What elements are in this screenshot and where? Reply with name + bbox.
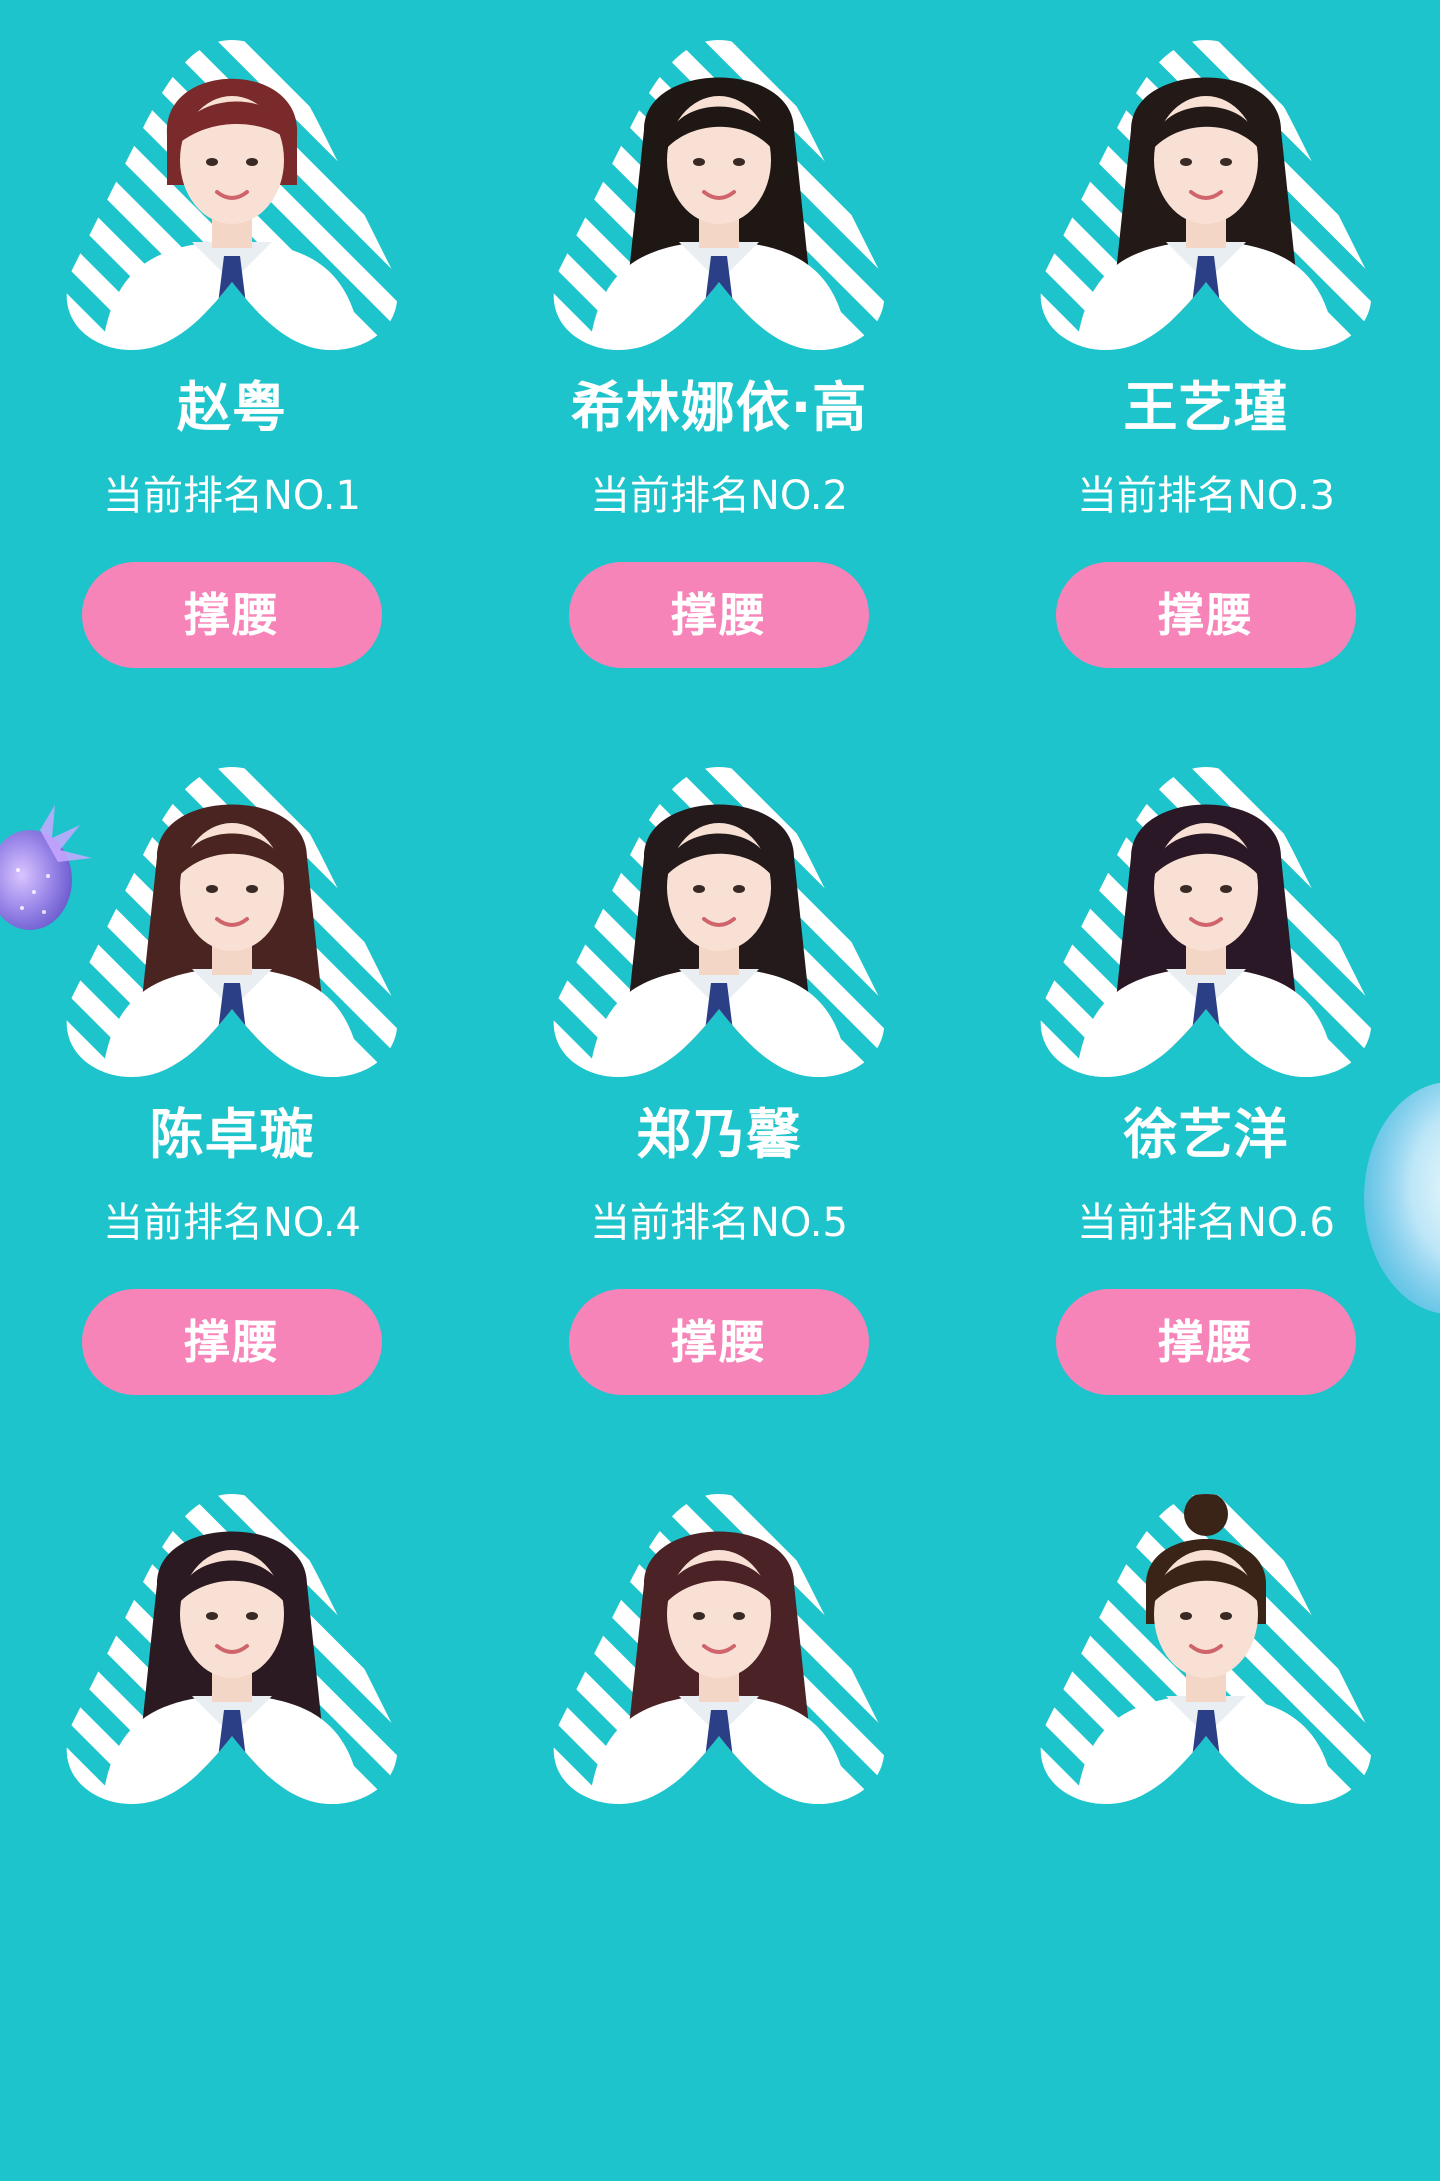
contestant-rank: 当前排名NO.1 [103,473,361,519]
support-button[interactable]: 撑腰 [82,562,382,668]
contestant-photo [62,20,402,350]
contestant-name: 赵粤 [177,376,287,439]
contestant-grid: 赵粤当前排名NO.1 撑腰 希林娜依·高当前排名NO.2 撑腰 王艺瑾当前排名NO.3 撑… [0,0,1440,1819]
support-button[interactable]: 撑腰 [1056,562,1356,668]
support-button[interactable]: 撑腰 [82,1289,382,1395]
contestant-photo [1036,747,1376,1077]
contestant-photo [549,747,889,1077]
support-button[interactable]: 撑腰 [569,1289,869,1395]
contestant-card [487,1454,974,2181]
contestant-name: 希林娜依·高 [570,376,868,439]
contestant-photo [62,747,402,1077]
bubble-decoration [1364,1082,1440,1314]
contestant-name: 王艺瑾 [1123,376,1289,439]
contestant-card: 王艺瑾当前排名NO.3 撑腰 [974,0,1440,727]
contestant-card: 郑乃馨当前排名NO.5 撑腰 [487,727,974,1454]
contestant-card: 希林娜依·高当前排名NO.2 撑腰 [487,0,974,727]
contestant-photo [62,1474,402,1804]
contestant-rank: 当前排名NO.4 [103,1200,361,1246]
support-button[interactable]: 撑腰 [1056,1289,1356,1395]
contestant-rank: 当前排名NO.3 [1077,473,1335,519]
support-button[interactable]: 撑腰 [569,562,869,668]
contestant-card: 赵粤当前排名NO.1 撑腰 [0,0,487,727]
contestant-photo [549,20,889,350]
contestant-photo [1036,20,1376,350]
contestant-rank: 当前排名NO.5 [590,1200,848,1246]
contestant-name: 陈卓璇 [149,1103,315,1166]
contestant-name: 郑乃馨 [636,1103,802,1166]
contestant-card [974,1454,1440,2181]
strawberry-decoration [0,805,92,930]
contestant-photo [1036,1474,1376,1804]
contestant-rank: 当前排名NO.2 [590,473,848,519]
contestant-photo [549,1474,889,1804]
contestant-card [0,1454,487,2181]
